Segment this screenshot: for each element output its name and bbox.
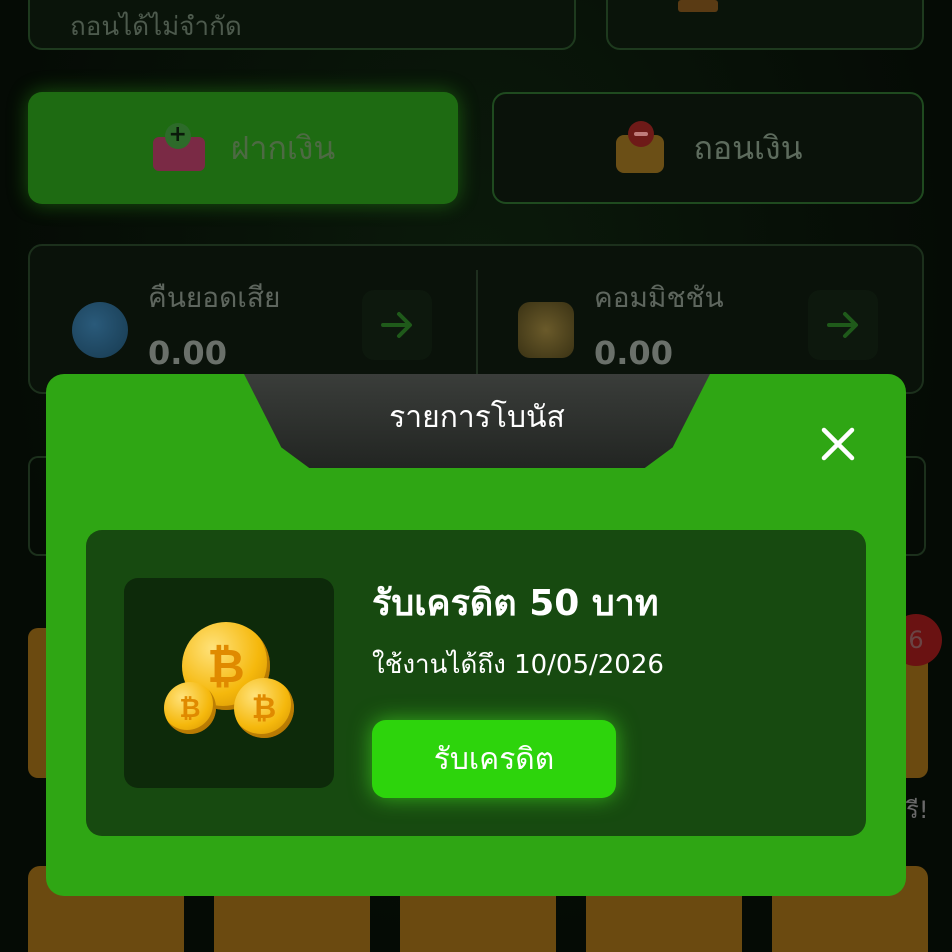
claim-credit-button[interactable]: รับเครดิต — [372, 720, 616, 798]
stats-card: คืนยอดเสีย 0.00 คอมมิชชัน 0.00 — [28, 244, 924, 394]
gift-icon — [678, 0, 718, 12]
commission-stat: คอมมิชชัน 0.00 — [594, 276, 724, 372]
commission-title: คอมมิชชัน — [594, 281, 724, 314]
modal-title: รายการโบนัส — [389, 400, 565, 435]
bonus-title: รับเครดิต 50 บาท — [372, 583, 659, 624]
withdraw-info-card: ถอนได้ไม่จำกัด — [28, 0, 576, 50]
commission-arrow-button[interactable] — [808, 290, 878, 360]
deposit-label: ฝากเงิน — [230, 128, 336, 167]
top-right-card — [606, 0, 924, 50]
arrow-right-icon — [827, 312, 858, 338]
commission-value: 0.00 — [594, 334, 673, 372]
close-icon — [821, 427, 855, 461]
stats-divider — [476, 270, 478, 380]
bitcoin-coin-icon: ₿ — [234, 678, 294, 738]
cashback-value: 0.00 — [148, 334, 227, 372]
wallet-minus-icon — [614, 121, 670, 175]
withdraw-button[interactable]: ถอนเงิน — [492, 92, 924, 204]
bonus-expiry: ใช้งานได้ถึง 10/05/2026 — [372, 650, 664, 680]
withdraw-info-text: ถอนได้ไม่จำกัด — [70, 12, 242, 42]
hand-coins-icon — [518, 302, 574, 358]
cashback-arrow-button[interactable] — [362, 290, 432, 360]
arrow-right-icon — [381, 312, 412, 338]
close-button[interactable] — [810, 416, 866, 472]
deposit-button[interactable]: + ฝากเงิน — [28, 92, 458, 204]
bitcoin-coins-icon: ₿ ₿ ₿ — [160, 622, 300, 752]
background-card-edge — [906, 456, 926, 556]
bitcoin-coin-icon: ₿ — [164, 682, 216, 734]
withdraw-label: ถอนเงิน — [693, 128, 803, 167]
globe-icon — [72, 302, 128, 358]
side-text: รี! — [906, 796, 929, 824]
wallet-plus-icon: + — [151, 123, 207, 173]
cashback-stat: คืนยอดเสีย 0.00 — [148, 276, 280, 372]
cashback-title: คืนยอดเสีย — [148, 281, 281, 314]
